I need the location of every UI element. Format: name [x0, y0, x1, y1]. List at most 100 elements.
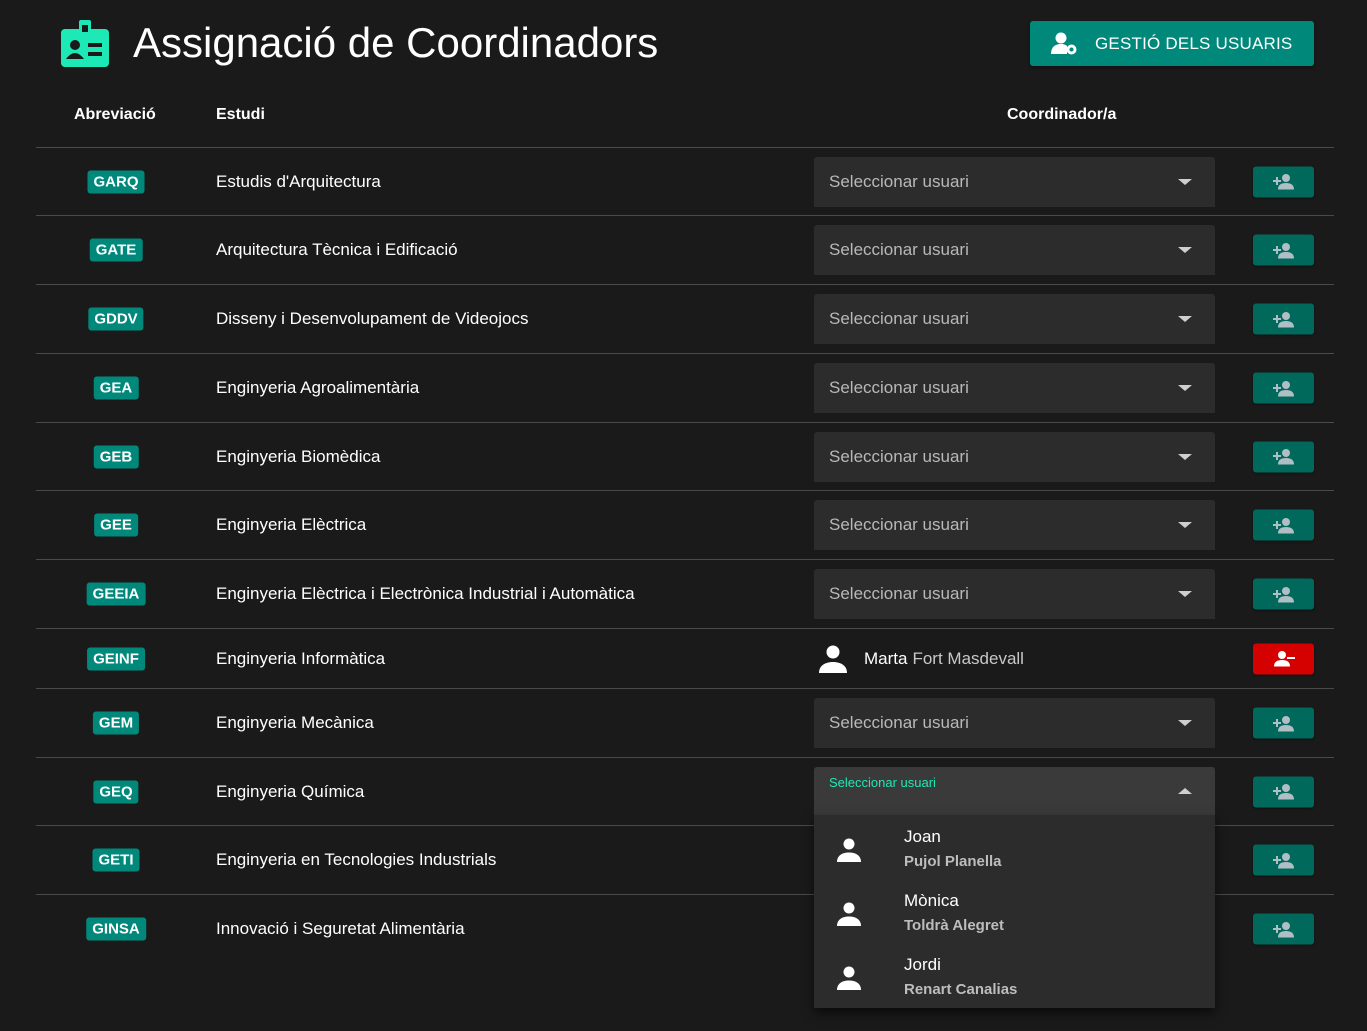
coordinator-first-name: Marta [864, 648, 908, 668]
person-icon [837, 966, 861, 990]
table-row: GEM Enginyeria Mecànica Seleccionar usua… [36, 688, 1334, 757]
assign-coordinator-button[interactable] [1253, 234, 1314, 266]
user-option-first-name: Jordi [904, 955, 941, 974]
manage-users-button[interactable]: GESTIÓ DELS USUARIS [1030, 21, 1314, 66]
person-icon [837, 902, 861, 926]
assign-coordinator-button[interactable] [1253, 303, 1314, 335]
user-plus-icon [1272, 715, 1294, 731]
assign-coordinator-button[interactable] [1253, 372, 1314, 404]
abbreviation-badge: GEB [93, 445, 139, 468]
assign-coordinator-button[interactable] [1253, 509, 1314, 541]
assign-coordinator-button[interactable] [1253, 776, 1314, 807]
study-name: Estudis d'Arquitectura [216, 171, 381, 191]
chevron-down-icon [1178, 385, 1192, 391]
table-row: GEA Enginyeria Agroalimentària Seleccion… [36, 353, 1334, 422]
abbreviation-badge: GEM [92, 711, 140, 735]
abbreviation-badge: GETI [92, 848, 140, 872]
coordinator-select-open[interactable]: Seleccionar usuari [814, 766, 1215, 817]
user-option-last-name: Renart Canalias [904, 981, 1018, 998]
study-name: Enginyeria Mecànica [216, 713, 374, 732]
abbreviation-badge: GEQ [93, 780, 139, 803]
table-row: GATE Arquitectura Tècnica i Edificació S… [36, 215, 1334, 284]
user-plus-icon [1272, 242, 1294, 258]
study-name: Disseny i Desenvolupament de Videojocs [216, 309, 529, 328]
assign-coordinator-button[interactable] [1253, 578, 1314, 610]
manage-users-label: GESTIÓ DELS USUARIS [1095, 33, 1293, 53]
select-placeholder: Seleccionar usuari [829, 378, 969, 397]
table-row: GARQ Estudis d'Arquitectura Seleccionar … [36, 147, 1334, 215]
abbreviation-badge: GEINF [87, 647, 145, 670]
study-name: Enginyeria Biomèdica [216, 446, 381, 466]
user-option-first-name: Joan [904, 827, 941, 846]
assigned-coordinator: Marta Fort Masdevall [818, 644, 1024, 674]
study-name: Arquitectura Tècnica i Edificació [216, 240, 458, 259]
user-plus-icon [1272, 380, 1294, 396]
assign-coordinator-button[interactable] [1253, 166, 1314, 197]
user-minus-icon [1273, 651, 1295, 667]
assign-coordinator-button[interactable] [1253, 844, 1314, 876]
select-floating-label: Seleccionar usuari [829, 774, 936, 790]
study-name: Enginyeria Agroalimentària [216, 378, 420, 397]
user-option[interactable]: Mònica Toldrà Alegret [814, 884, 1215, 948]
user-option-last-name: Toldrà Alegret [904, 917, 1005, 934]
select-placeholder: Seleccionar usuari [829, 515, 969, 534]
page: Assignació de Coordinadors GESTIÓ DELS U… [0, 0, 1367, 1031]
study-name: Enginyeria Elèctrica i Electrònica Indus… [216, 584, 635, 603]
user-option-last-name: Pujol Planella [904, 853, 1002, 870]
user-plus-icon [1272, 586, 1294, 602]
user-gear-icon [1051, 32, 1077, 55]
user-plus-icon [1272, 517, 1294, 533]
coordinator-select[interactable]: Seleccionar usuari [814, 156, 1215, 207]
assign-coordinator-button[interactable] [1253, 441, 1314, 472]
remove-coordinator-button[interactable] [1253, 643, 1314, 674]
chevron-down-icon [1178, 720, 1192, 726]
chevron-up-icon [1178, 787, 1192, 794]
user-plus-icon [1272, 449, 1294, 465]
page-title: Assignació de Coordinadors [133, 19, 659, 66]
abbreviation-badge: GEA [93, 376, 139, 400]
chevron-down-icon [1178, 453, 1192, 460]
badge-icon [61, 20, 109, 67]
user-option[interactable]: Joan Pujol Planella [814, 820, 1215, 884]
chevron-down-icon [1178, 522, 1192, 528]
abbreviation-badge: GARQ [87, 170, 145, 193]
table-row: GDDV Disseny i Desenvolupament de Videoj… [36, 284, 1334, 353]
person-icon [837, 838, 861, 862]
chevron-down-icon [1178, 316, 1192, 322]
coordinator-select[interactable]: Seleccionar usuari [814, 431, 1215, 482]
coordinator-select[interactable]: Seleccionar usuari [814, 569, 1215, 619]
table-row: GEEIA Enginyeria Elèctrica i Electrònica… [36, 559, 1334, 628]
user-option[interactable]: Jordi Renart Canalias [814, 948, 1215, 1012]
coordinator-select[interactable]: Seleccionar usuari [814, 698, 1215, 748]
user-plus-icon [1272, 174, 1294, 190]
abbreviation-badge: GATE [89, 238, 143, 262]
assign-coordinator-button[interactable] [1253, 913, 1314, 945]
abbreviation-badge: GEE [94, 513, 138, 537]
select-placeholder: Seleccionar usuari [829, 240, 969, 259]
coordinator-last-name: Fort Masdevall [912, 648, 1024, 668]
coordinator-select[interactable]: Seleccionar usuari [814, 294, 1215, 344]
study-name: Enginyeria Química [216, 781, 365, 801]
select-placeholder: Seleccionar usuari [829, 713, 969, 732]
user-option-first-name: Mònica [904, 891, 959, 910]
chevron-down-icon [1178, 247, 1192, 253]
user-plus-icon [1272, 311, 1294, 327]
column-header-coordinator: Coordinador/a [1007, 106, 1117, 123]
table-row: GEB Enginyeria Biomèdica Seleccionar usu… [36, 422, 1334, 490]
user-plus-icon [1272, 784, 1294, 800]
select-placeholder: Seleccionar usuari [829, 309, 969, 328]
chevron-down-icon [1178, 591, 1192, 597]
user-dropdown-menu: Joan Pujol Planella Mònica Toldrà Alegre… [814, 815, 1215, 1008]
column-header-abbreviation: Abreviació [74, 106, 156, 123]
abbreviation-badge: GINSA [86, 917, 146, 941]
coordinator-select[interactable]: Seleccionar usuari [814, 363, 1215, 413]
coordinator-select[interactable]: Seleccionar usuari [814, 225, 1215, 275]
study-name: Innovació i Seguretat Alimentària [216, 919, 465, 938]
study-name: Enginyeria Elèctrica [216, 515, 367, 534]
select-placeholder: Seleccionar usuari [829, 171, 969, 191]
table-row: GEINF Enginyeria Informàtica Marta Fort … [36, 628, 1334, 688]
assign-coordinator-button[interactable] [1253, 707, 1314, 739]
coordinator-select[interactable]: Seleccionar usuari [814, 500, 1215, 550]
column-header-study: Estudi [216, 106, 265, 123]
table-row: GEE Enginyeria Elèctrica Seleccionar usu… [36, 490, 1334, 559]
